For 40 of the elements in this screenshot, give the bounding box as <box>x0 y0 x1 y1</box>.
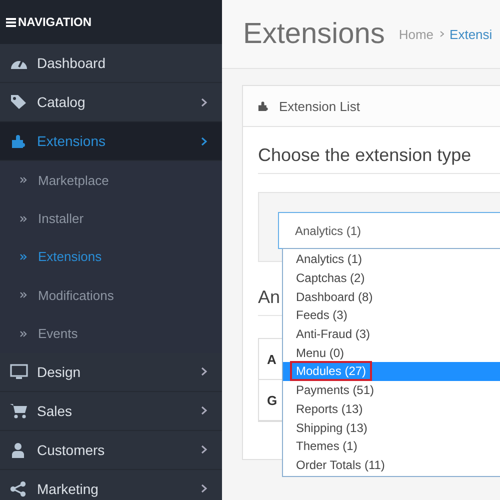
submenu-item[interactable]: Installer <box>0 199 222 238</box>
section-heading: Choose the extension type <box>258 127 500 174</box>
person-icon <box>10 442 26 458</box>
double-chevron-icon <box>20 292 27 298</box>
dropdown-option[interactable]: Themes (1) <box>283 436 500 456</box>
dropdown-option[interactable]: Analytics (1) <box>283 250 500 269</box>
dropdown-option[interactable]: Captchas (2) <box>283 268 500 288</box>
puzzle-icon <box>257 100 270 112</box>
table-cell: A <box>267 352 276 366</box>
puzzle-icon <box>10 133 28 149</box>
dropdown-option[interactable]: Menu (0) <box>283 343 500 362</box>
submenu-item[interactable]: Extensions <box>0 238 222 276</box>
dropdown-option[interactable]: Feeds (3) <box>283 306 500 325</box>
double-chevron-icon <box>20 177 27 184</box>
sidebar-item[interactable]: Customers <box>0 430 222 470</box>
table-cell: G <box>267 392 278 408</box>
sidebar-item[interactable]: Design <box>0 352 222 392</box>
share-icon <box>10 480 26 497</box>
menu-icon <box>6 18 16 26</box>
dropdown-option[interactable]: Reports (13) <box>283 400 500 418</box>
tag-icon <box>10 94 28 110</box>
dropdown-option[interactable]: Dashboard (8) <box>283 287 500 306</box>
dropdown-option[interactable]: Payments (51) <box>283 380 500 400</box>
monitor-icon <box>10 364 28 380</box>
submenu-item[interactable]: Modifications <box>0 276 222 315</box>
type-select[interactable]: Analytics (1) <box>278 212 500 249</box>
dropdown-option[interactable]: Shipping (13) <box>283 418 500 437</box>
dropdown-option[interactable]: Anti-Fraud (3) <box>283 324 500 344</box>
submenu-item[interactable]: Marketplace <box>0 161 222 200</box>
panel-title: Extension List <box>279 98 360 114</box>
navigation-title: NAVIGATION <box>18 15 92 29</box>
double-chevron-icon <box>20 254 27 260</box>
double-chevron-icon <box>20 330 27 337</box>
submenu-item[interactable]: Events <box>0 314 222 353</box>
cart-icon <box>10 402 28 419</box>
page-title: Extensions <box>243 18 385 50</box>
sidebar-item[interactable]: Extensions <box>0 122 222 161</box>
double-chevron-icon <box>20 216 27 222</box>
dropdown-option[interactable]: Order Totals (11) <box>283 456 500 474</box>
chevron-icon <box>440 31 444 37</box>
